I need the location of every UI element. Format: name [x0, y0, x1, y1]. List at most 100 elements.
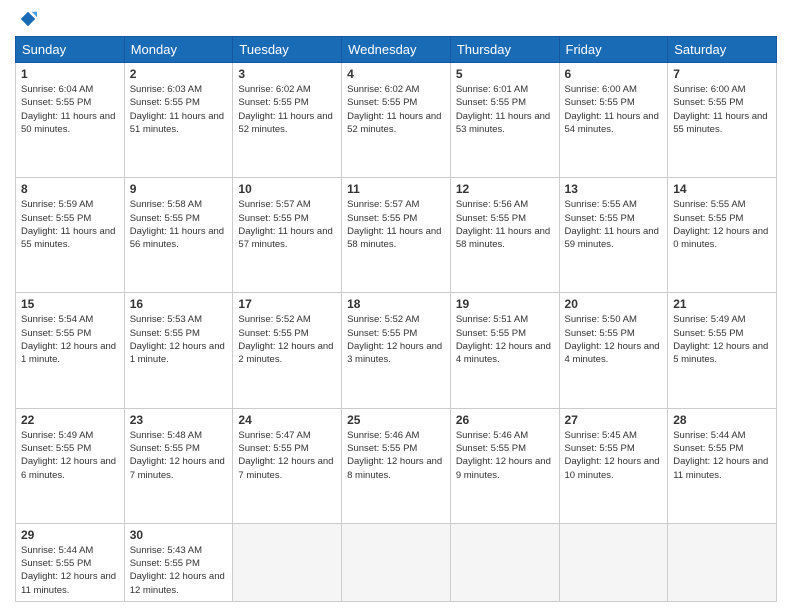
calendar-week-row: 8 Sunrise: 5:59 AMSunset: 5:55 PMDaylight…: [16, 178, 777, 293]
calendar-cell: [559, 523, 668, 601]
day-number: 27: [565, 413, 663, 427]
calendar-cell: 26 Sunrise: 5:46 AMSunset: 5:55 PMDayligh…: [450, 408, 559, 523]
day-info: Sunrise: 6:03 AMSunset: 5:55 PMDaylight:…: [130, 83, 228, 136]
day-info: Sunrise: 6:01 AMSunset: 5:55 PMDaylight:…: [456, 83, 554, 136]
day-number: 13: [565, 182, 663, 196]
day-number: 9: [130, 182, 228, 196]
header-tuesday: Tuesday: [233, 37, 342, 63]
calendar-cell: [342, 523, 451, 601]
day-number: 24: [238, 413, 336, 427]
day-info: Sunrise: 5:49 AMSunset: 5:55 PMDaylight:…: [673, 313, 771, 366]
day-number: 7: [673, 67, 771, 81]
calendar-cell: 19 Sunrise: 5:51 AMSunset: 5:55 PMDayligh…: [450, 293, 559, 408]
day-number: 20: [565, 297, 663, 311]
day-number: 5: [456, 67, 554, 81]
day-info: Sunrise: 6:02 AMSunset: 5:55 PMDaylight:…: [238, 83, 336, 136]
day-number: 17: [238, 297, 336, 311]
day-info: Sunrise: 5:49 AMSunset: 5:55 PMDaylight:…: [21, 429, 119, 482]
day-number: 4: [347, 67, 445, 81]
day-number: 29: [21, 528, 119, 542]
calendar-cell: [450, 523, 559, 601]
day-info: Sunrise: 5:56 AMSunset: 5:55 PMDaylight:…: [456, 198, 554, 251]
header-wednesday: Wednesday: [342, 37, 451, 63]
header: [15, 10, 777, 28]
day-number: 14: [673, 182, 771, 196]
day-number: 26: [456, 413, 554, 427]
day-info: Sunrise: 5:52 AMSunset: 5:55 PMDaylight:…: [347, 313, 445, 366]
calendar-cell: 12 Sunrise: 5:56 AMSunset: 5:55 PMDayligh…: [450, 178, 559, 293]
calendar-cell: 1Sunrise: 6:04 AMSunset: 5:55 PMDaylight…: [16, 63, 125, 178]
calendar-cell: 14 Sunrise: 5:55 AMSunset: 5:55 PMDayligh…: [668, 178, 777, 293]
day-info: Sunrise: 5:46 AMSunset: 5:55 PMDaylight:…: [456, 429, 554, 482]
day-info: Sunrise: 5:44 AMSunset: 5:55 PMDaylight:…: [21, 544, 119, 597]
header-thursday: Thursday: [450, 37, 559, 63]
day-number: 19: [456, 297, 554, 311]
day-info: Sunrise: 5:52 AMSunset: 5:55 PMDaylight:…: [238, 313, 336, 366]
day-number: 25: [347, 413, 445, 427]
day-info: Sunrise: 5:51 AMSunset: 5:55 PMDaylight:…: [456, 313, 554, 366]
calendar-cell: 5 Sunrise: 6:01 AMSunset: 5:55 PMDaylight…: [450, 63, 559, 178]
calendar-week-row: 29 Sunrise: 5:44 AMSunset: 5:55 PMDayligh…: [16, 523, 777, 601]
calendar-cell: 28 Sunrise: 5:44 AMSunset: 5:55 PMDayligh…: [668, 408, 777, 523]
calendar-week-row: 1Sunrise: 6:04 AMSunset: 5:55 PMDaylight…: [16, 63, 777, 178]
day-info: Sunrise: 5:57 AMSunset: 5:55 PMDaylight:…: [347, 198, 445, 251]
calendar-table: SundayMondayTuesdayWednesdayThursdayFrid…: [15, 36, 777, 602]
day-number: 15: [21, 297, 119, 311]
calendar-cell: 2 Sunrise: 6:03 AMSunset: 5:55 PMDaylight…: [124, 63, 233, 178]
day-info: Sunrise: 5:53 AMSunset: 5:55 PMDaylight:…: [130, 313, 228, 366]
day-info: Sunrise: 6:00 AMSunset: 5:55 PMDaylight:…: [565, 83, 663, 136]
header-friday: Friday: [559, 37, 668, 63]
calendar-cell: 3 Sunrise: 6:02 AMSunset: 5:55 PMDaylight…: [233, 63, 342, 178]
calendar-cell: 9Sunrise: 5:58 AMSunset: 5:55 PMDaylight…: [124, 178, 233, 293]
day-info: Sunrise: 6:00 AMSunset: 5:55 PMDaylight:…: [673, 83, 771, 136]
calendar-cell: 27Sunrise: 5:45 AMSunset: 5:55 PMDayligh…: [559, 408, 668, 523]
header-monday: Monday: [124, 37, 233, 63]
day-info: Sunrise: 5:59 AMSunset: 5:55 PMDaylight:…: [21, 198, 119, 251]
day-info: Sunrise: 6:02 AMSunset: 5:55 PMDaylight:…: [347, 83, 445, 136]
day-number: 1: [21, 67, 119, 81]
day-number: 23: [130, 413, 228, 427]
day-number: 30: [130, 528, 228, 542]
calendar-cell: 23 Sunrise: 5:48 AMSunset: 5:55 PMDayligh…: [124, 408, 233, 523]
day-info: Sunrise: 5:48 AMSunset: 5:55 PMDaylight:…: [130, 429, 228, 482]
day-info: Sunrise: 5:44 AMSunset: 5:55 PMDaylight:…: [673, 429, 771, 482]
day-number: 12: [456, 182, 554, 196]
calendar-cell: 22Sunrise: 5:49 AMSunset: 5:55 PMDayligh…: [16, 408, 125, 523]
calendar-cell: 24Sunrise: 5:47 AMSunset: 5:55 PMDayligh…: [233, 408, 342, 523]
day-number: 2: [130, 67, 228, 81]
header-sunday: Sunday: [16, 37, 125, 63]
calendar-cell: 11 Sunrise: 5:57 AMSunset: 5:55 PMDayligh…: [342, 178, 451, 293]
day-info: Sunrise: 5:46 AMSunset: 5:55 PMDaylight:…: [347, 429, 445, 482]
day-number: 28: [673, 413, 771, 427]
day-info: Sunrise: 5:50 AMSunset: 5:55 PMDaylight:…: [565, 313, 663, 366]
day-number: 8: [21, 182, 119, 196]
calendar-week-row: 15Sunrise: 5:54 AMSunset: 5:55 PMDayligh…: [16, 293, 777, 408]
calendar-cell: 29 Sunrise: 5:44 AMSunset: 5:55 PMDayligh…: [16, 523, 125, 601]
day-number: 18: [347, 297, 445, 311]
calendar-cell: 17 Sunrise: 5:52 AMSunset: 5:55 PMDayligh…: [233, 293, 342, 408]
day-number: 10: [238, 182, 336, 196]
calendar-cell: 20 Sunrise: 5:50 AMSunset: 5:55 PMDayligh…: [559, 293, 668, 408]
day-info: Sunrise: 5:55 AMSunset: 5:55 PMDaylight:…: [565, 198, 663, 251]
header-saturday: Saturday: [668, 37, 777, 63]
calendar-cell: 30Sunrise: 5:43 AMSunset: 5:55 PMDayligh…: [124, 523, 233, 601]
calendar-cell: 21Sunrise: 5:49 AMSunset: 5:55 PMDayligh…: [668, 293, 777, 408]
calendar-cell: 4 Sunrise: 6:02 AMSunset: 5:55 PMDaylight…: [342, 63, 451, 178]
day-number: 16: [130, 297, 228, 311]
calendar-cell: [233, 523, 342, 601]
calendar-cell: 16 Sunrise: 5:53 AMSunset: 5:55 PMDayligh…: [124, 293, 233, 408]
calendar-cell: 13 Sunrise: 5:55 AMSunset: 5:55 PMDayligh…: [559, 178, 668, 293]
day-number: 3: [238, 67, 336, 81]
logo-icon: [19, 10, 37, 28]
calendar-week-row: 22Sunrise: 5:49 AMSunset: 5:55 PMDayligh…: [16, 408, 777, 523]
day-info: Sunrise: 5:57 AMSunset: 5:55 PMDaylight:…: [238, 198, 336, 251]
day-number: 6: [565, 67, 663, 81]
calendar-header-row: SundayMondayTuesdayWednesdayThursdayFrid…: [16, 37, 777, 63]
calendar-cell: 6 Sunrise: 6:00 AMSunset: 5:55 PMDaylight…: [559, 63, 668, 178]
calendar-cell: [668, 523, 777, 601]
day-info: Sunrise: 5:55 AMSunset: 5:55 PMDaylight:…: [673, 198, 771, 251]
day-number: 11: [347, 182, 445, 196]
calendar-cell: 7 Sunrise: 6:00 AMSunset: 5:55 PMDaylight…: [668, 63, 777, 178]
calendar-cell: 18 Sunrise: 5:52 AMSunset: 5:55 PMDayligh…: [342, 293, 451, 408]
calendar-cell: 8 Sunrise: 5:59 AMSunset: 5:55 PMDaylight…: [16, 178, 125, 293]
